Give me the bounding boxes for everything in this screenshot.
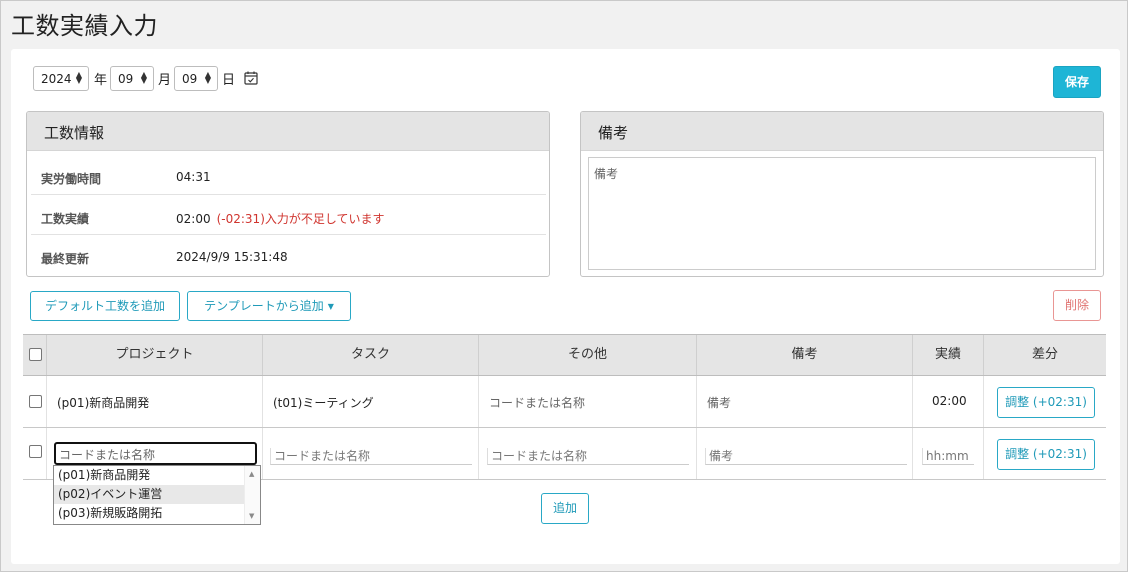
info-value: 2024/9/9 15:31:48: [176, 250, 288, 264]
notes-title: 備考: [581, 112, 1103, 151]
actual-cell[interactable]: 02:00: [913, 376, 984, 427]
main-panel: 2024 ▲ ▼ 年 09 ▲ ▼ 月 09 ▲ ▼ 日 保存 工数情報 実労働時間: [11, 49, 1120, 564]
other-cell: コードまたは名称: [479, 428, 697, 479]
year-label: 年: [94, 73, 108, 88]
month-value: 09: [118, 72, 134, 86]
info-value: 04:31: [176, 170, 211, 184]
task-input[interactable]: コードまたは名称: [270, 448, 472, 465]
task-cell: コードまたは名称: [263, 428, 479, 479]
caret-down-icon: ▼: [327, 302, 334, 311]
day-label: 日: [222, 73, 236, 88]
row-checkbox[interactable]: [29, 395, 42, 408]
scroll-down-icon[interactable]: ▼: [249, 512, 254, 520]
project-dropdown[interactable]: (p01)新商品開発 (p02)イベント運営 (p03)新規販路開拓 ▲ ▼: [53, 465, 261, 525]
page-title: 工数実績入力: [11, 12, 158, 40]
info-key: 工数実績: [41, 212, 90, 226]
info-key: 最終更新: [41, 252, 90, 266]
task-cell[interactable]: (t01)ミーティング: [263, 376, 479, 427]
actual-input[interactable]: hh:mm: [922, 448, 974, 465]
add-from-template-button[interactable]: テンプレートから追加 ▼: [187, 291, 351, 321]
add-from-template-label: テンプレートから追加: [204, 299, 324, 313]
header-diff: 差分: [1031, 347, 1058, 362]
notes-textarea[interactable]: 備考: [588, 157, 1096, 270]
add-row-button[interactable]: 追加: [541, 493, 589, 524]
info-row: 実労働時間 04:31: [31, 155, 546, 195]
note-input[interactable]: 備考: [705, 448, 907, 465]
dropdown-scrollbar[interactable]: ▲ ▼: [244, 466, 260, 524]
add-default-button[interactable]: デフォルト工数を追加: [30, 291, 180, 321]
header-actual: 実績: [913, 335, 984, 375]
header-other: その他: [479, 335, 697, 375]
year-value: 2024: [41, 72, 72, 86]
adjust-button[interactable]: 調整 (+02:31): [997, 387, 1095, 418]
row-check-cell: [23, 428, 47, 479]
actual-cell: hh:mm: [913, 428, 984, 479]
project-input[interactable]: コードまたは名称: [54, 442, 257, 465]
other-cell[interactable]: コードまたは名称: [479, 376, 697, 427]
select-all-cell: [23, 335, 47, 375]
info-row: 最終更新 2024/9/9 15:31:48: [31, 235, 546, 275]
header-project: プロジェクト: [47, 335, 263, 375]
shortage-warning: (-02:31)入力が不足しています: [216, 212, 385, 226]
year-select[interactable]: 2024 ▲ ▼: [33, 66, 89, 91]
dropdown-option-highlighted[interactable]: (p02)イベント運営: [54, 485, 244, 504]
project-value: (p01)新商品開発: [57, 396, 150, 410]
info-key: 実労働時間: [41, 172, 102, 186]
info-row: 工数実績 02:00 (-02:31)入力が不足しています: [31, 195, 546, 235]
dropdown-option[interactable]: (p03)新規販路開拓: [54, 504, 244, 523]
header-note: 備考: [697, 335, 913, 375]
dropdown-option[interactable]: (p01)新商品開発: [54, 466, 244, 485]
select-all-checkbox[interactable]: [29, 348, 42, 361]
project-cell[interactable]: (p01)新商品開発: [47, 376, 263, 427]
select-arrows-icon: ▲ ▼: [140, 70, 147, 85]
adjust-button[interactable]: 調整 (+02:31): [997, 439, 1095, 470]
other-placeholder: コードまたは名称: [489, 396, 586, 410]
task-value: (t01)ミーティング: [273, 396, 374, 410]
month-label: 月: [158, 73, 172, 88]
note-placeholder: 備考: [707, 396, 732, 410]
app-window: 工数実績入力 2024 ▲ ▼ 年 09 ▲ ▼ 月 09 ▲ ▼ 日 保存 工数情報: [0, 0, 1128, 572]
work-info-box: 工数情報 実労働時間 04:31 工数実績 02:00 (-02:31)入力が不足…: [26, 111, 550, 277]
table-header: プロジェクト タスク その他 備考 実績 差分: [23, 334, 1106, 376]
row-check-cell: [23, 376, 47, 427]
day-select[interactable]: 09 ▲ ▼: [174, 66, 218, 91]
select-arrows-icon: ▲ ▼: [75, 70, 82, 85]
info-value: 02:00 (-02:31)入力が不足しています: [176, 212, 385, 226]
row-checkbox[interactable]: [29, 445, 42, 458]
save-button[interactable]: 保存: [1053, 66, 1101, 98]
other-input[interactable]: コードまたは名称: [487, 448, 689, 465]
actual-value: 02:00: [932, 394, 967, 408]
table-row: (p01)新商品開発 (t01)ミーティング コードまたは名称 備考 02:00…: [23, 376, 1106, 428]
select-arrows-icon: ▲ ▼: [204, 70, 211, 85]
note-cell: 備考: [697, 428, 913, 479]
day-value: 09: [182, 72, 198, 86]
month-select[interactable]: 09 ▲ ▼: [110, 66, 154, 91]
work-info-title: 工数情報: [27, 112, 549, 151]
calendar-icon[interactable]: [244, 71, 258, 85]
notes-box: 備考 備考: [580, 111, 1104, 277]
header-task: タスク: [263, 335, 479, 375]
scroll-up-icon[interactable]: ▲: [249, 470, 254, 478]
note-cell[interactable]: 備考: [697, 376, 913, 427]
delete-button[interactable]: 削除: [1053, 290, 1101, 321]
